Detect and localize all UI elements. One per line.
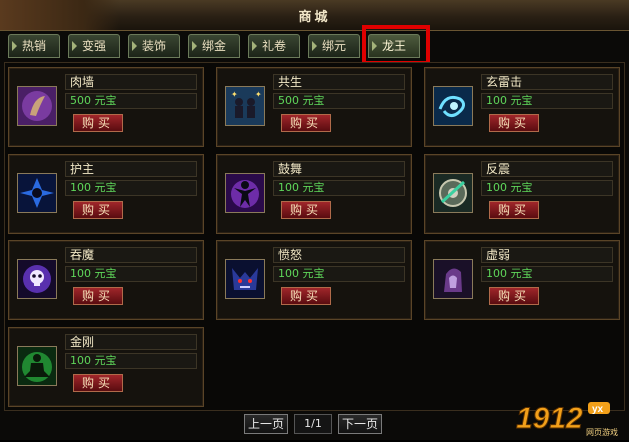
item-name: 护主 (65, 161, 197, 177)
item-card: 肉墙 500 元宝 购买 (8, 67, 204, 147)
buy-button[interactable]: 购买 (73, 201, 123, 219)
buy-button[interactable]: 购买 (489, 201, 539, 219)
tab-label: 绑金 (201, 39, 226, 53)
buy-button[interactable]: 购买 (281, 114, 331, 132)
twin-figures-icon: ✦ ✦ (225, 86, 265, 126)
item-card: 金刚 100 元宝 购买 (8, 327, 204, 407)
chevron-right-icon (252, 41, 257, 51)
chevron-right-icon (12, 41, 17, 51)
item-card: ✦ ✦ 共生 500 元宝 购买 (216, 67, 412, 147)
shield-burst-icon (17, 173, 57, 213)
buy-button[interactable]: 购买 (281, 287, 331, 305)
item-card: 虚弱 100 元宝 购买 (424, 240, 620, 320)
item-name: 愤怒 (273, 247, 405, 263)
item-name: 吞魔 (65, 247, 197, 263)
page-title: 商城 (298, 10, 331, 25)
item-name: 共生 (273, 74, 405, 90)
highlight-box (362, 25, 430, 65)
meditating-figure-icon (17, 346, 57, 386)
tab-label: 装饰 (141, 39, 166, 53)
item-price: 500 元宝 (65, 93, 197, 109)
watermark-badge: yx (592, 404, 604, 415)
item-card: 护主 100 元宝 购买 (8, 154, 204, 234)
item-price: 100 元宝 (273, 180, 405, 196)
item-price: 100 元宝 (65, 180, 197, 196)
tab-bound-yuan[interactable]: 绑元 (308, 34, 360, 58)
tab-label: 绑元 (321, 39, 346, 53)
buy-button[interactable]: 购买 (489, 287, 539, 305)
next-page-button[interactable]: 下一页 (338, 414, 382, 434)
watermark-text: 1912 (516, 402, 583, 435)
chevron-right-icon (312, 41, 317, 51)
svg-text:✦: ✦ (231, 90, 238, 99)
tab-label: 礼卷 (261, 39, 286, 53)
round-shield-icon (433, 173, 473, 213)
site-watermark-logo: 1912 yx 网页游戏 (516, 398, 622, 438)
figure-glow-icon (225, 173, 265, 213)
item-name: 虚弱 (481, 247, 613, 263)
buy-button[interactable]: 购买 (489, 114, 539, 132)
buy-button[interactable]: 购买 (281, 201, 331, 219)
watermark-subtitle: 网页游戏 (586, 427, 618, 437)
tab-gift-voucher[interactable]: 礼卷 (248, 34, 300, 58)
tab-hot[interactable]: 热销 (8, 34, 60, 58)
chevron-right-icon (72, 41, 77, 51)
item-price: 100 元宝 (481, 180, 613, 196)
item-card: 愤怒 100 元宝 购买 (216, 240, 412, 320)
item-name: 金刚 (65, 334, 197, 350)
shop-window: 商城 热销 变强 装饰 绑金 礼卷 绑元 龙王 肉墙 500 元宝 购买 ✦ ✦ … (0, 0, 629, 440)
item-price: 500 元宝 (273, 93, 405, 109)
item-price: 100 元宝 (273, 266, 405, 282)
tab-decoration[interactable]: 装饰 (128, 34, 180, 58)
item-price: 100 元宝 (481, 93, 613, 109)
item-card: 吞魔 100 元宝 购买 (8, 240, 204, 320)
buy-button[interactable]: 购买 (73, 114, 123, 132)
item-name: 肉墙 (65, 74, 197, 90)
item-card: 反震 100 元宝 购买 (424, 154, 620, 234)
item-price: 100 元宝 (65, 353, 197, 369)
chevron-right-icon (132, 41, 137, 51)
demon-face-icon (225, 259, 265, 299)
prev-page-button[interactable]: 上一页 (244, 414, 288, 434)
item-name: 鼓舞 (273, 161, 405, 177)
item-card: 鼓舞 100 元宝 购买 (216, 154, 412, 234)
item-price: 100 元宝 (481, 266, 613, 282)
tab-label: 热销 (21, 39, 46, 53)
item-card: 玄雷击 100 元宝 购买 (424, 67, 620, 147)
item-name: 玄雷击 (481, 74, 613, 90)
tusk-icon (17, 86, 57, 126)
chevron-right-icon (192, 41, 197, 51)
page-indicator: 1/1 (294, 414, 332, 434)
svg-text:✦: ✦ (255, 90, 262, 99)
item-price: 100 元宝 (65, 266, 197, 282)
item-name: 反震 (481, 161, 613, 177)
tab-label: 变强 (81, 39, 106, 53)
title-bar: 商城 (0, 0, 629, 31)
buy-button[interactable]: 购买 (73, 374, 123, 392)
lightning-swirl-icon (433, 86, 473, 126)
skull-orb-icon (17, 259, 57, 299)
tab-strengthen[interactable]: 变强 (68, 34, 120, 58)
tab-bound-gold[interactable]: 绑金 (188, 34, 240, 58)
buy-button[interactable]: 购买 (73, 287, 123, 305)
ghost-hand-icon (433, 259, 473, 299)
